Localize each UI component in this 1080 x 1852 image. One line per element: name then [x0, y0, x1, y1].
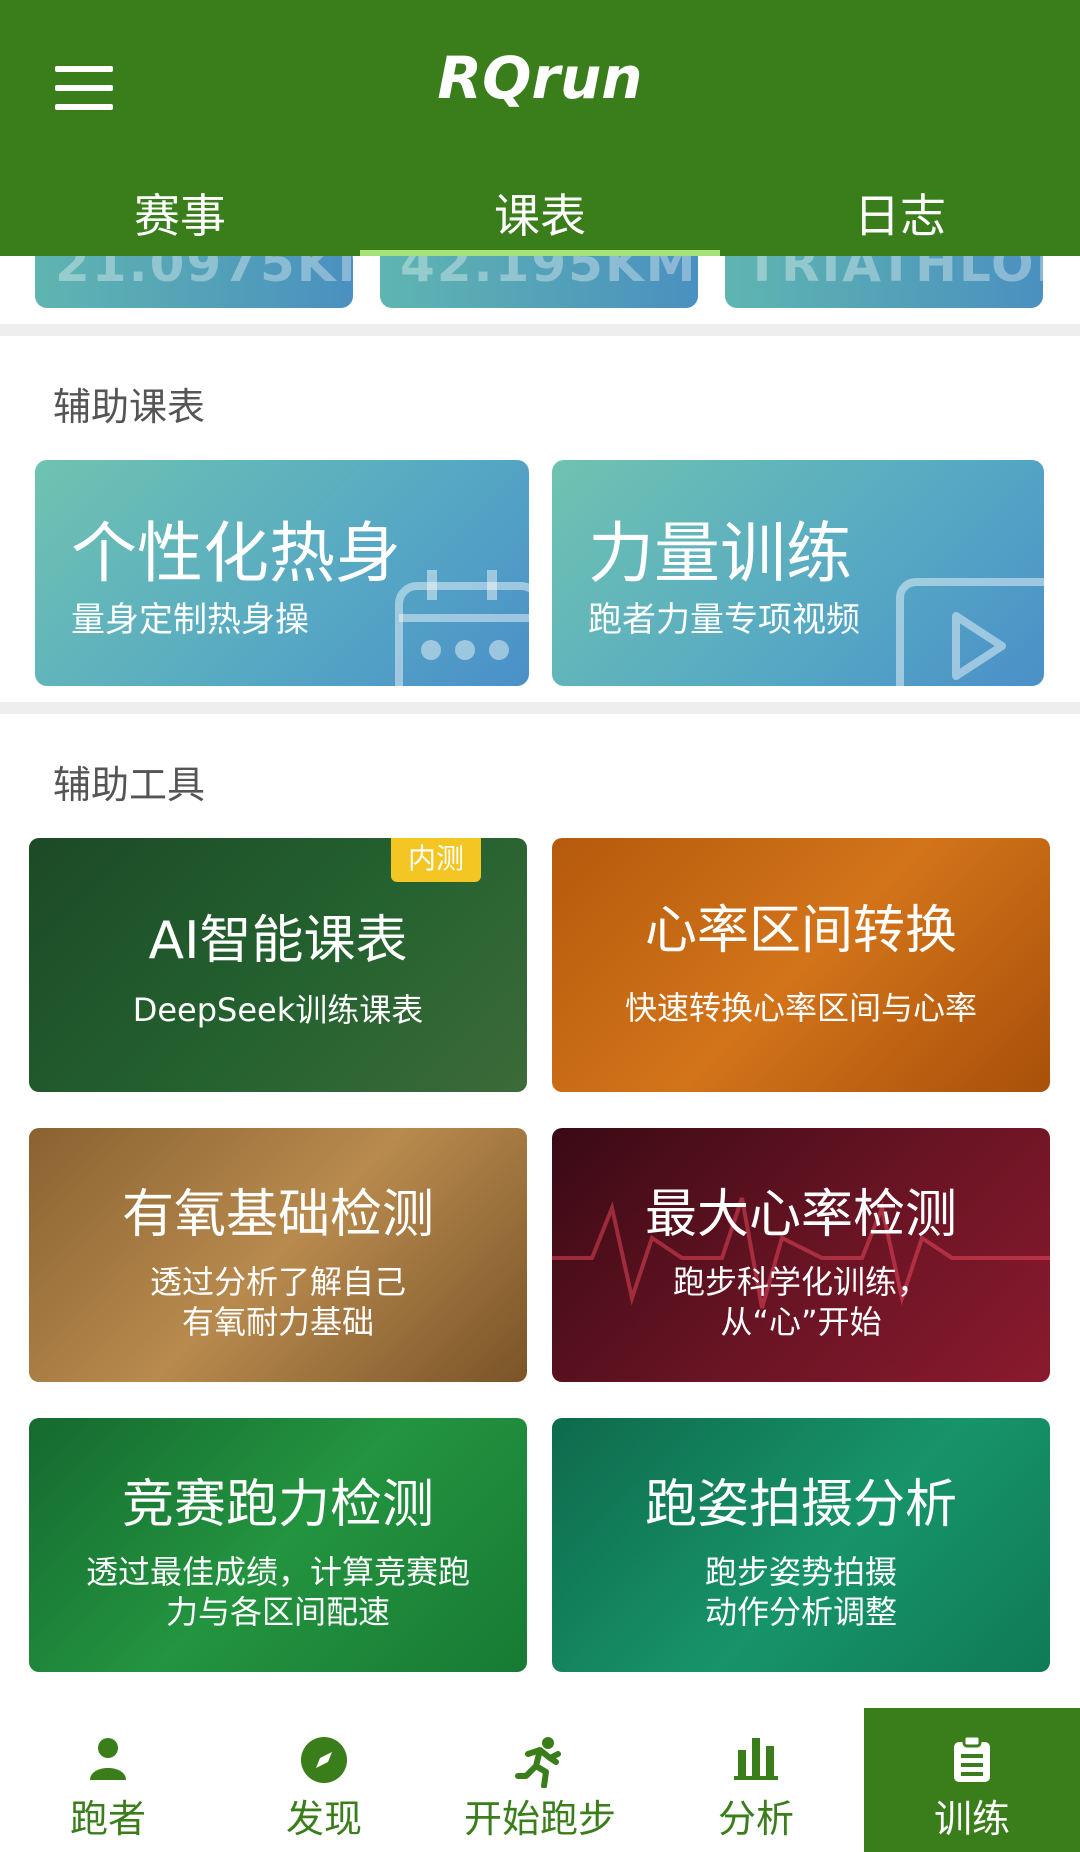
- clipboard-icon: [954, 1736, 990, 1782]
- nav-discover-label: 发现: [285, 1797, 362, 1841]
- max-hr-subtitle-2: 从“心”开始: [720, 1303, 882, 1341]
- plan-cards-row: 21.0975KM 12~14周课表 42.195KM 14~16周课表 TRI…: [0, 226, 1080, 308]
- max-hr-subtitle-1: 跑步科学化训练，: [672, 1263, 929, 1301]
- nav-runner[interactable]: 跑者: [0, 1708, 216, 1852]
- nav-analysis[interactable]: 分析: [648, 1708, 864, 1852]
- aerobic-test-card[interactable]: 有氧基础检测 透过分析了解自己 有氧耐力基础: [29, 1128, 527, 1382]
- hr-zone-card[interactable]: 心率区间转换 快速转换心率区间与心率: [552, 838, 1050, 1092]
- section-divider: [0, 702, 1080, 714]
- section-title-assist-schedule: 辅助课表: [53, 385, 206, 429]
- race-vdot-card[interactable]: 竞赛跑力检测 透过最佳成绩，计算竞赛跑 力与各区间配速: [29, 1418, 527, 1672]
- top-tabs: 赛事 课表 日志: [0, 176, 1080, 256]
- nav-start-run[interactable]: 开始跑步: [432, 1708, 648, 1852]
- video-play-icon: [896, 578, 1044, 686]
- nav-start-run-label: 开始跑步: [463, 1797, 616, 1841]
- nav-training-label: 训练: [933, 1797, 1010, 1841]
- gait-analysis-subtitle-1: 跑步姿势拍摄: [704, 1553, 897, 1591]
- ai-schedule-title: AI智能课表: [148, 911, 408, 971]
- compass-icon: [301, 1737, 347, 1783]
- max-hr-card[interactable]: 最大心率检测 跑步科学化训练， 从“心”开始: [552, 1128, 1050, 1382]
- aerobic-test-title: 有氧基础检测: [121, 1185, 434, 1245]
- runner-icon: [515, 1737, 561, 1788]
- strength-card-title: 力量训练: [588, 515, 852, 592]
- race-vdot-subtitle-2: 力与各区间配速: [165, 1593, 390, 1631]
- ai-schedule-card[interactable]: 内测 AI智能课表 DeepSeek训练课表: [29, 838, 527, 1092]
- tab-schedule[interactable]: 课表: [360, 176, 720, 256]
- gait-analysis-title: 跑姿拍摄分析: [644, 1475, 957, 1535]
- race-vdot-title: 竞赛跑力检测: [121, 1475, 434, 1535]
- tab-events[interactable]: 赛事: [0, 176, 360, 256]
- max-hr-title: 最大心率检测: [644, 1185, 957, 1245]
- heart-rate-wave: [552, 1197, 1050, 1309]
- calendar-icon: [395, 570, 529, 686]
- nav-runner-label: 跑者: [69, 1797, 146, 1841]
- strength-card-subtitle: 跑者力量专项视频: [588, 600, 860, 640]
- gait-analysis-subtitle-2: 动作分析调整: [704, 1593, 897, 1631]
- warmup-card-title: 个性化热身: [71, 515, 401, 592]
- nav-discover[interactable]: 发现: [216, 1708, 432, 1852]
- gait-analysis-card[interactable]: 跑姿拍摄分析 跑步姿势拍摄 动作分析调整: [552, 1418, 1050, 1672]
- hr-zone-subtitle: 快速转换心率区间与心率: [624, 989, 977, 1027]
- app-header: RQrun 赛事 课表 日志: [0, 0, 1080, 256]
- bar-chart-icon: [734, 1738, 778, 1780]
- bottom-nav: 跑者 发现 开始跑步 分析 训练: [0, 1708, 1080, 1852]
- warmup-card-subtitle: 量身定制热身操: [71, 600, 309, 640]
- hr-zone-title: 心率区间转换: [644, 901, 957, 961]
- beta-badge: 内测: [391, 838, 481, 882]
- warmup-card[interactable]: 个性化热身 量身定制热身操: [35, 460, 529, 686]
- strength-training-card[interactable]: 力量训练 跑者力量专项视频: [552, 460, 1044, 686]
- race-vdot-subtitle-1: 透过最佳成绩，计算竞赛跑: [85, 1553, 470, 1591]
- section-title-assist-tools: 辅助工具: [53, 763, 206, 807]
- section-divider: [0, 324, 1080, 336]
- nav-training[interactable]: 训练: [864, 1708, 1080, 1852]
- tab-log[interactable]: 日志: [720, 176, 1080, 256]
- aerobic-test-subtitle-2: 有氧耐力基础: [181, 1303, 374, 1341]
- nav-analysis-label: 分析: [717, 1797, 794, 1841]
- ai-schedule-subtitle: DeepSeek训练课表: [132, 991, 424, 1029]
- app-title: RQrun: [437, 44, 643, 112]
- person-icon: [90, 1738, 126, 1780]
- aerobic-test-subtitle-1: 透过分析了解自己: [149, 1263, 406, 1301]
